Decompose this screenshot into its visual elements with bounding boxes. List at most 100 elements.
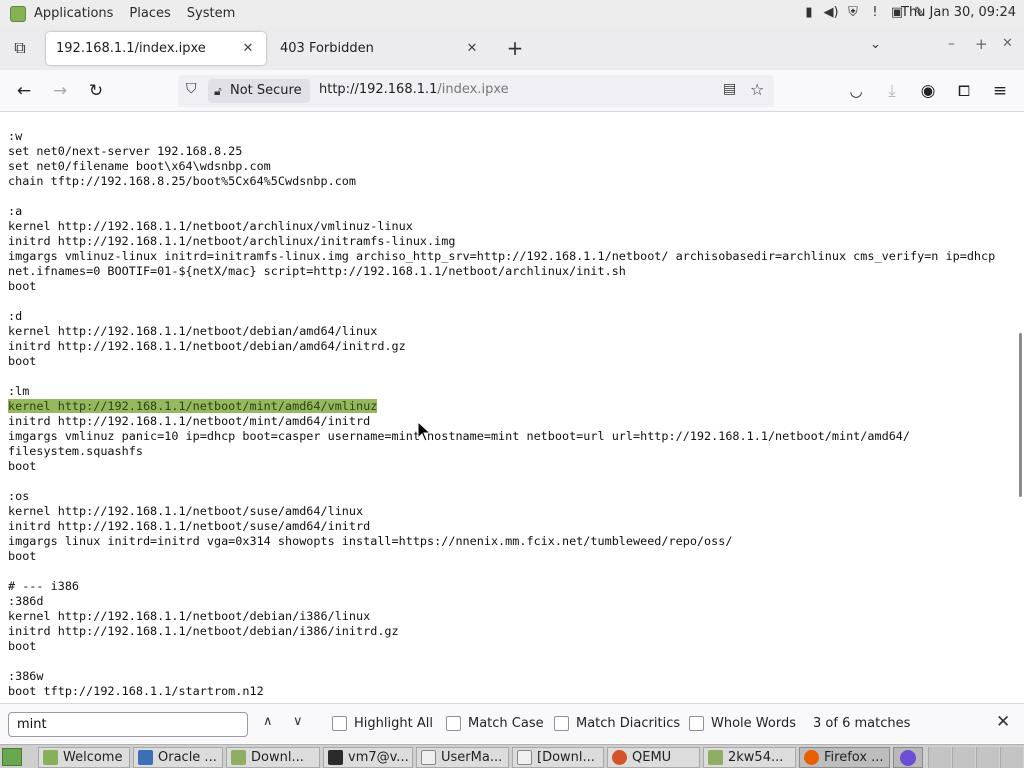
taskbar-item-oracle[interactable]: Oracle ... xyxy=(133,747,223,768)
extensions-icon[interactable]: ⧠ xyxy=(952,79,976,103)
network-icon[interactable]: ▮ xyxy=(800,4,818,22)
notification-icon[interactable]: ! xyxy=(866,4,884,22)
tab-403-forbidden[interactable]: 403 Forbidden ✕ xyxy=(270,32,490,65)
update-shield-icon[interactable]: ⛨ xyxy=(844,4,862,22)
checkbox-box[interactable] xyxy=(332,716,347,731)
find-input[interactable] xyxy=(8,712,248,737)
taskbar-label: UserMa... xyxy=(441,750,503,765)
forward-arrow-icon[interactable]: → xyxy=(48,79,72,103)
taskbar-label: Firefox ... xyxy=(824,750,884,765)
highlight-all-label: Highlight All xyxy=(354,716,433,731)
find-close-icon[interactable]: ✕ xyxy=(996,712,1010,732)
workspace-2[interactable] xyxy=(952,747,975,768)
tracking-shield-icon[interactable]: ⛉ xyxy=(186,81,197,97)
bookmark-star-icon[interactable]: ☆ xyxy=(750,80,764,99)
match-case-label: Match Case xyxy=(468,716,544,731)
code-line: :w xyxy=(8,129,23,143)
find-highlight: kernel http://192.168.1.1/netboot/mint/a… xyxy=(8,399,378,413)
volume-icon[interactable]: ◀) xyxy=(822,4,840,22)
taskbar-label: Oracle ... xyxy=(158,750,217,765)
virtualbox-icon xyxy=(138,750,153,765)
document-icon xyxy=(517,750,532,765)
reader-view-icon[interactable]: ▤ xyxy=(723,81,736,97)
match-diacritics-checkbox[interactable]: Match Diacritics xyxy=(554,716,680,731)
code-line: imgargs vmlinuz-linux initrd=initramfs-l… xyxy=(8,249,996,263)
chevron-down-icon[interactable]: ⌄ xyxy=(870,37,881,52)
menu-places[interactable]: Places xyxy=(129,6,170,21)
highlight-all-checkbox[interactable]: Highlight All xyxy=(332,716,433,731)
url-host: http://192.168.1.1 xyxy=(319,82,438,97)
tab-title: 403 Forbidden xyxy=(280,41,374,56)
taskbar-item-terminal[interactable]: vm7@v... xyxy=(323,747,413,768)
maximize-button[interactable]: + xyxy=(975,35,988,53)
code-line: boot xyxy=(8,354,37,368)
firefox-private-icon xyxy=(900,750,916,766)
code-line: initrd http://192.168.1.1/netboot/mint/a… xyxy=(8,414,371,428)
taskbar-item-2kw54[interactable]: 2kw54... xyxy=(703,747,796,768)
page-content[interactable]: :w set net0/next-server 192.168.8.25 set n… xyxy=(0,113,1018,702)
url-path: /index.ipxe xyxy=(437,82,509,97)
close-icon[interactable]: ✕ xyxy=(240,41,256,56)
find-bar: ∧ ∨ Highlight All Match Case Match Diacr… xyxy=(0,703,1024,743)
taskbar-item-userma[interactable]: UserMa... xyxy=(416,747,509,768)
code-line: kernel http://192.168.1.1/netboot/debian… xyxy=(8,324,378,338)
checkbox-box[interactable] xyxy=(554,716,569,731)
code-line: boot xyxy=(8,279,37,293)
tab-strip: ⧉ 192.168.1.1/index.ipxe ✕ 403 Forbidden… xyxy=(0,27,1024,70)
folder-icon xyxy=(231,750,246,765)
code-line: :os xyxy=(8,489,30,503)
taskbar-label: vm7@v... xyxy=(348,750,409,765)
menu-applications[interactable]: Applications xyxy=(34,6,113,21)
code-line: :386w xyxy=(8,669,44,683)
whole-words-label: Whole Words xyxy=(711,716,796,731)
code-line: chain tftp://192.168.8.25/boot%5Cx64%5Cw… xyxy=(8,174,357,188)
code-line: :lm xyxy=(8,384,30,398)
match-case-checkbox[interactable]: Match Case xyxy=(446,716,544,731)
taskbar-item-welcome[interactable]: Welcome xyxy=(38,747,130,768)
reload-icon[interactable]: ↻ xyxy=(84,79,108,103)
find-previous-icon[interactable]: ∧ xyxy=(263,714,273,729)
firefox-view-icon[interactable]: ⧉ xyxy=(6,34,34,62)
account-icon[interactable]: ◉ xyxy=(916,79,940,103)
mint-menu-icon[interactable] xyxy=(10,5,26,22)
window-close-button[interactable]: ✕ xyxy=(1002,36,1013,51)
not-secure-badge[interactable]: 🔓︎ Not Secure xyxy=(208,79,310,103)
workspace-3[interactable] xyxy=(976,747,999,768)
checkbox-box[interactable] xyxy=(446,716,461,731)
close-icon[interactable]: ✕ xyxy=(464,41,480,56)
taskbar-item-firefox-extra[interactable] xyxy=(893,747,923,768)
taskbar-item-downloads-2[interactable]: [Downl... xyxy=(512,747,604,768)
show-desktop-button[interactable] xyxy=(2,748,22,766)
checkbox-box[interactable] xyxy=(689,716,704,731)
tab-index-ipxe[interactable]: 192.168.1.1/index.ipxe ✕ xyxy=(46,32,266,65)
whole-words-checkbox[interactable]: Whole Words xyxy=(689,716,796,731)
taskbar-item-firefox[interactable]: Firefox ... xyxy=(799,747,890,768)
workspace-4[interactable] xyxy=(1000,747,1023,768)
minimize-button[interactable]: – xyxy=(948,36,955,52)
code-line: initrd http://192.168.1.1/netboot/suse/a… xyxy=(8,519,371,533)
qemu-icon xyxy=(612,750,627,765)
taskbar-item-qemu[interactable]: QEMU xyxy=(607,747,700,768)
new-tab-button[interactable]: + xyxy=(504,37,526,59)
taskbar-label: Downl... xyxy=(251,750,304,765)
folder-icon xyxy=(708,750,723,765)
code-line: boot xyxy=(8,549,37,563)
scrollbar-thumb[interactable] xyxy=(1019,333,1022,497)
clock[interactable]: Thu Jan 30, 09:24 xyxy=(901,5,1016,20)
hamburger-menu-icon[interactable]: ≡ xyxy=(988,79,1012,103)
menu-system[interactable]: System xyxy=(187,6,235,21)
pocket-icon[interactable]: ◡ xyxy=(844,79,868,103)
code-line: kernel http://192.168.1.1/netboot/suse/a… xyxy=(8,504,364,518)
url-text[interactable]: http://192.168.1.1/index.ipxe xyxy=(319,82,509,97)
match-count: 3 of 6 matches xyxy=(813,716,911,731)
download-icon[interactable]: ⤓ xyxy=(880,79,904,103)
find-next-icon[interactable]: ∨ xyxy=(293,714,303,729)
taskbar-item-downloads[interactable]: Downl... xyxy=(226,747,320,768)
workspace-1[interactable] xyxy=(928,747,951,768)
code-line: kernel http://192.168.1.1/netboot/mint/a… xyxy=(8,399,995,414)
address-bar[interactable]: ⛉ 🔓︎ Not Secure http://192.168.1.1/index… xyxy=(178,75,774,107)
back-arrow-icon[interactable]: ← xyxy=(12,79,36,103)
